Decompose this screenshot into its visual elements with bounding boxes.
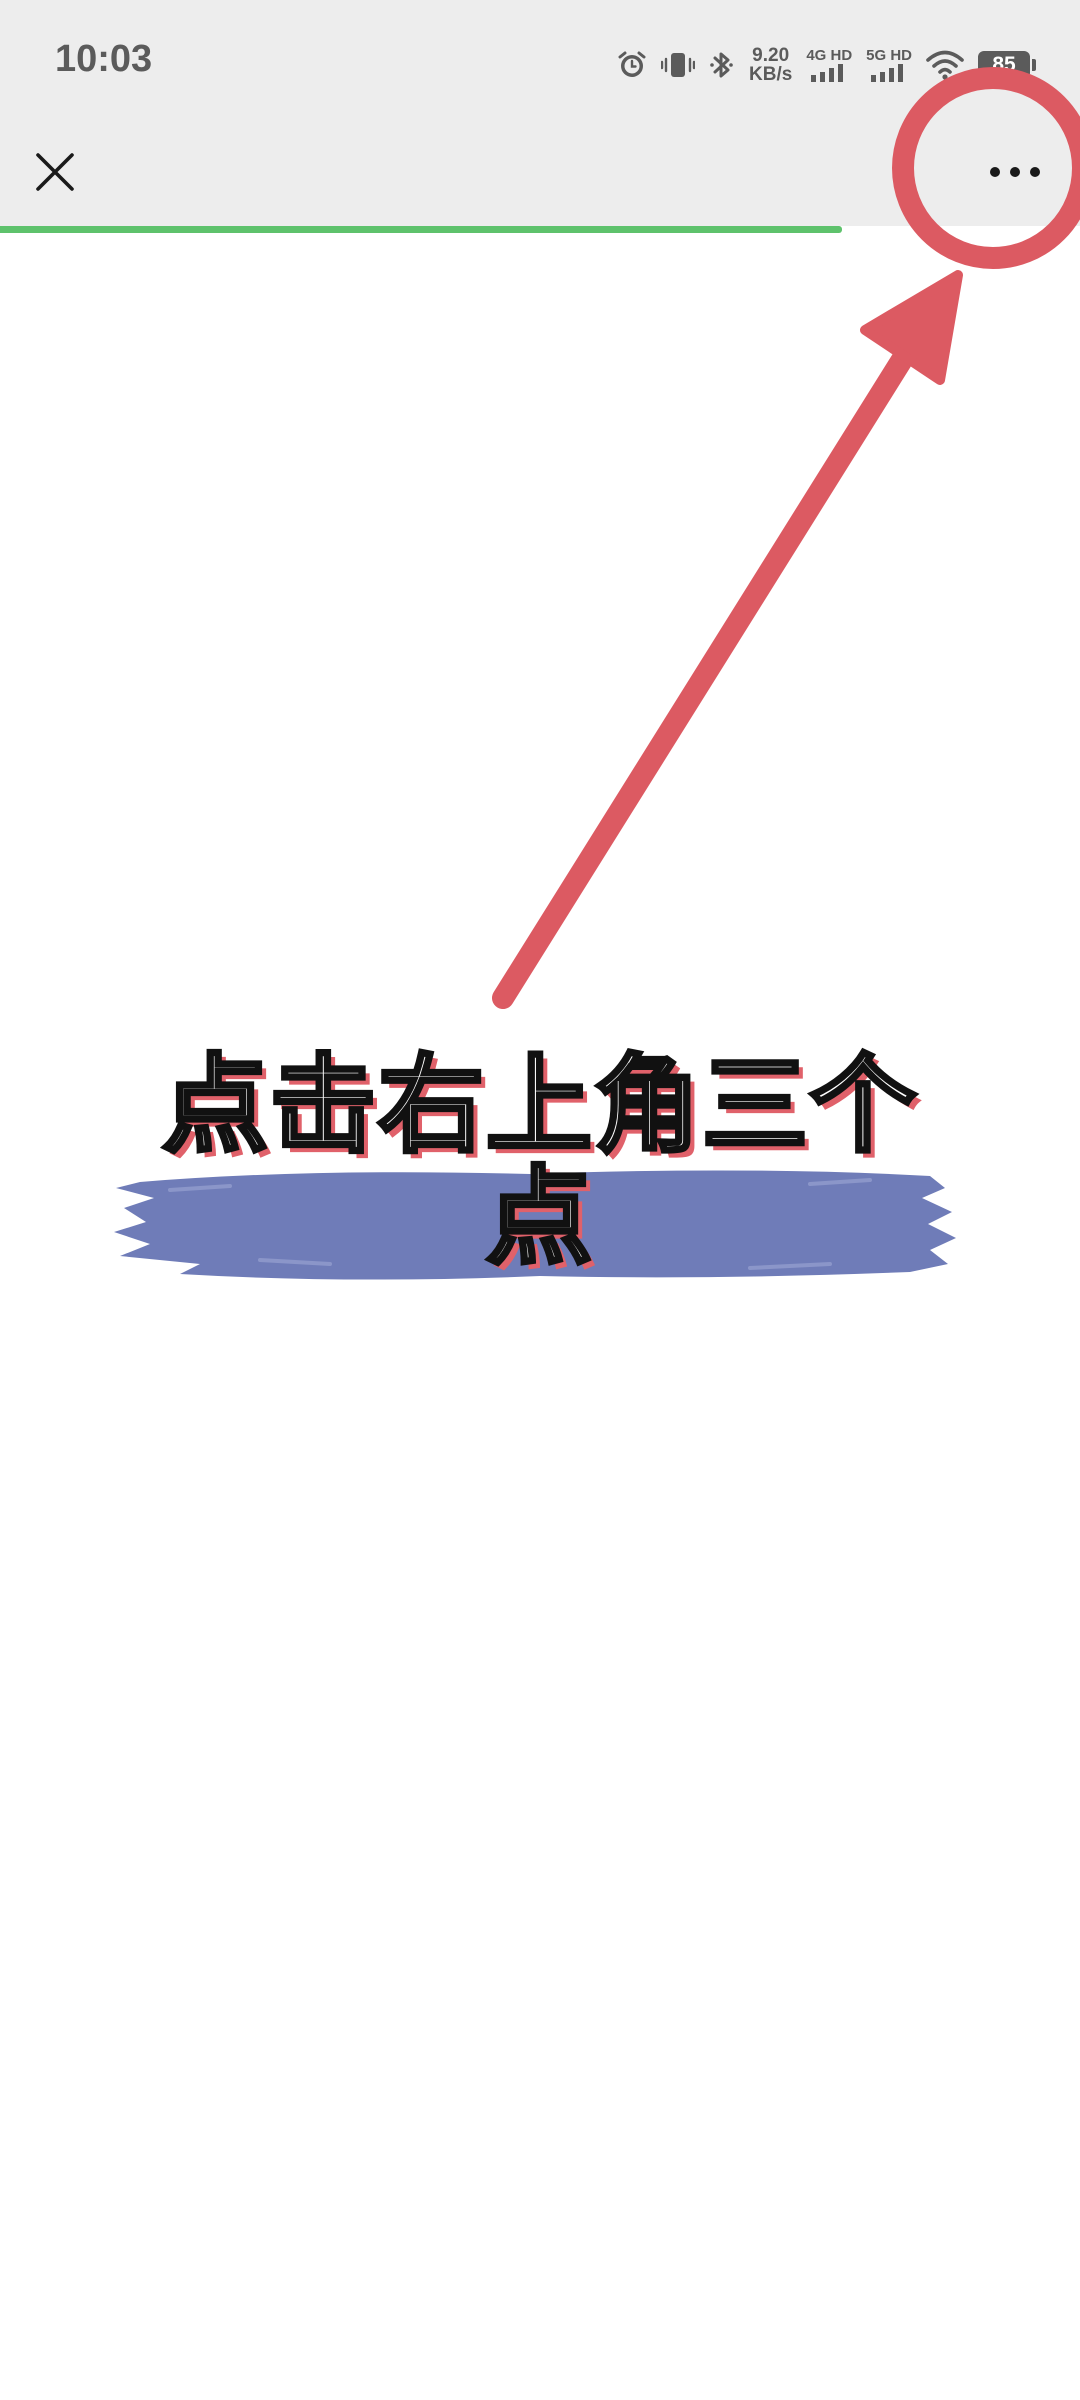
- alarm-icon: [617, 50, 647, 80]
- title-bar: [0, 120, 1080, 226]
- wifi-icon: [926, 50, 964, 80]
- instruction-caption: 点击右上角三个点: [0, 1040, 1080, 1300]
- status-icons: 9.20 KB/s 4G HD 5G HD 85: [617, 40, 1036, 90]
- sim1-signal: 4G HD: [806, 48, 852, 82]
- close-button[interactable]: [25, 142, 85, 202]
- load-progress-bar: [0, 226, 1080, 233]
- battery-icon: 85: [978, 51, 1036, 79]
- signal-icon: [811, 64, 844, 82]
- caption-text: 点击右上角三个点: [160, 1044, 918, 1279]
- status-time: 10:03: [55, 38, 153, 80]
- load-progress-fill: [0, 226, 843, 233]
- screen: 10:03 9.20 KB/s 4G HD 5G HD 85 点击右上角三个点: [0, 0, 1080, 2400]
- pointer-arrow-shaft: [492, 344, 916, 1009]
- network-speed: 9.20 KB/s: [749, 46, 792, 84]
- network-speed-value: 9.20: [752, 45, 790, 66]
- sim2-signal: 5G HD: [866, 48, 912, 82]
- network-speed-unit: KB/s: [749, 64, 793, 85]
- sim1-label: 4G HD: [806, 47, 853, 64]
- more-options-button[interactable]: [980, 142, 1050, 202]
- status-bar: 10:03 9.20 KB/s 4G HD 5G HD 85: [0, 0, 1080, 120]
- more-horizontal-icon: [990, 167, 1040, 177]
- pointer-arrow-head: [860, 270, 963, 385]
- vibrate-icon: [661, 50, 696, 80]
- signal-icon: [871, 64, 904, 82]
- bluetooth-icon: [709, 49, 735, 81]
- sim2-label: 5G HD: [866, 47, 912, 64]
- close-icon: [36, 153, 74, 191]
